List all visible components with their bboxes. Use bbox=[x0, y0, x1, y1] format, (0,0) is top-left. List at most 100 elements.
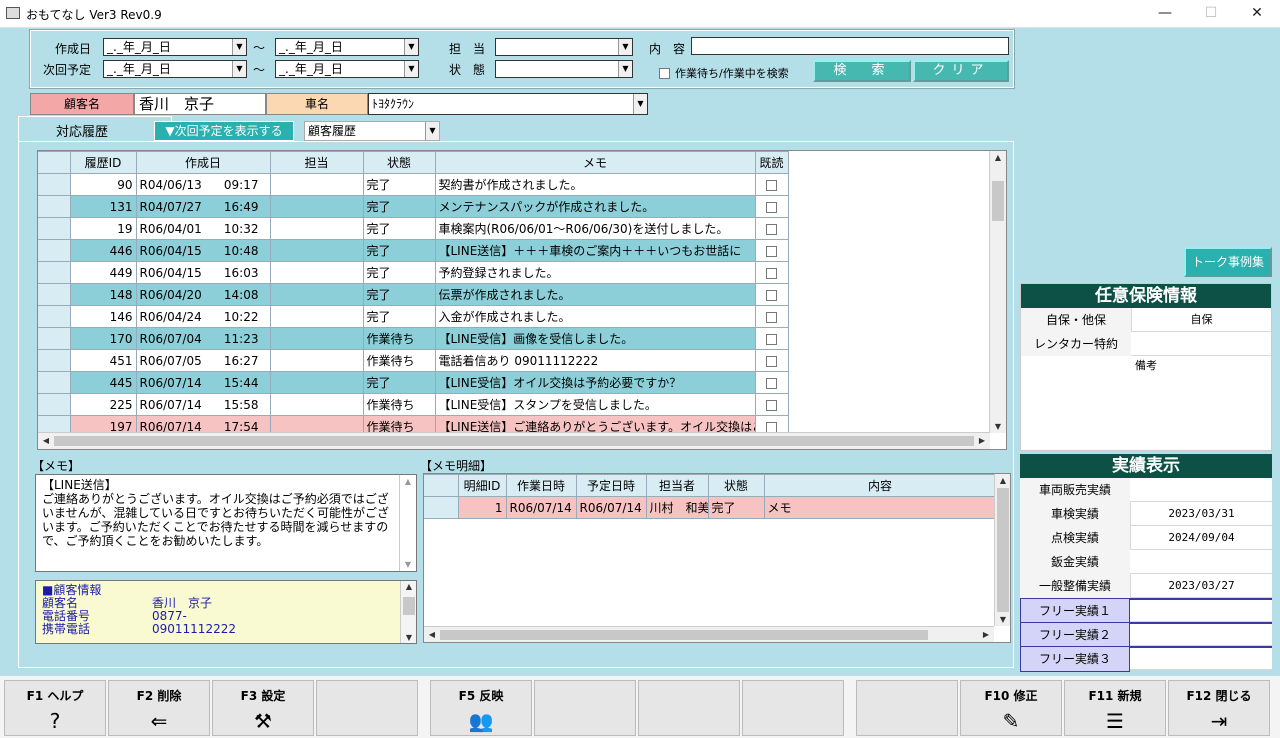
scroll-right-icon[interactable]: ▶ bbox=[978, 630, 994, 639]
search-button[interactable]: 検 索 bbox=[813, 60, 911, 82]
table-row[interactable]: 146 R06/04/24 10:22 完了 入金が作成されました。 bbox=[38, 305, 789, 328]
row-selector[interactable] bbox=[38, 393, 71, 416]
row-selector[interactable] bbox=[38, 217, 71, 240]
wait-checkbox[interactable] bbox=[659, 66, 670, 80]
clear-button[interactable]: クリア bbox=[913, 60, 1009, 82]
detail-vscroll[interactable]: ▲ ▼ bbox=[994, 474, 1010, 626]
fkey-button-1[interactable]: F1 ヘルプ? bbox=[4, 680, 106, 736]
read-checkbox[interactable] bbox=[755, 217, 789, 240]
content-input[interactable] bbox=[691, 37, 1009, 55]
col-header-id[interactable]: 履歴ID bbox=[70, 151, 137, 174]
col-header-staff[interactable]: 担当者 bbox=[646, 474, 709, 497]
read-checkbox[interactable] bbox=[755, 239, 789, 262]
col-header-plan-date[interactable]: 予定日時 bbox=[576, 474, 647, 497]
fkey-button-10[interactable]: F10 修正 ✎ bbox=[960, 680, 1062, 736]
table-row[interactable]: 225 R06/07/14 15:58 作業待ち 【LINE受信】スタンプを受信しました… bbox=[38, 393, 789, 416]
row-selector[interactable] bbox=[38, 349, 71, 372]
table-row[interactable]: 19 R06/04/01 10:32 完了 車検案内(R06/06/01〜R06/06/… bbox=[38, 217, 789, 240]
scroll-right-icon[interactable]: ▶ bbox=[974, 436, 990, 445]
free-result-value[interactable] bbox=[1130, 622, 1272, 624]
scroll-up-icon[interactable]: ▲ bbox=[401, 582, 417, 591]
col-header-read[interactable]: 既読 bbox=[755, 151, 789, 174]
fkey-button-2[interactable]: F2 削除 ⇐ bbox=[108, 680, 210, 736]
created-to-date[interactable]: _._年_月_日 ▼ bbox=[275, 38, 419, 56]
col-header-status[interactable]: 状態 bbox=[708, 474, 765, 497]
scroll-left-icon[interactable]: ◀ bbox=[38, 436, 54, 445]
memo-text[interactable]: 【LINE送信】 ご連絡ありがとうございます。オイル交換はご予約必須ではございま… bbox=[35, 474, 417, 572]
table-row[interactable]: 170 R06/07/04 11:23 作業待ち 【LINE受信】画像を受信しました。 bbox=[38, 327, 789, 350]
history-hscroll[interactable]: ◀ ▶ bbox=[38, 432, 990, 449]
fkey-button-5[interactable]: F5 反映 👥 bbox=[430, 680, 532, 736]
talk-examples-button[interactable]: トーク事例集 bbox=[1184, 247, 1272, 277]
read-checkbox[interactable] bbox=[755, 261, 789, 284]
minimize-button[interactable]: — bbox=[1142, 2, 1188, 26]
scroll-down-icon[interactable]: ▼ bbox=[995, 615, 1010, 624]
close-button[interactable]: ✕ bbox=[1234, 2, 1280, 26]
row-selector[interactable] bbox=[38, 305, 71, 328]
fkey-empty-7[interactable] bbox=[638, 680, 740, 736]
read-checkbox[interactable] bbox=[755, 173, 789, 196]
table-row[interactable]: 90 R04/06/13 09:17 完了 契約書が作成されました。 bbox=[38, 173, 789, 196]
scroll-left-icon[interactable]: ◀ bbox=[424, 630, 440, 639]
scroll-up-icon[interactable]: ▲ bbox=[990, 153, 1006, 162]
read-checkbox[interactable] bbox=[755, 283, 789, 306]
row-selector[interactable] bbox=[38, 239, 71, 262]
next-to-date[interactable]: _._年_月_日 ▼ bbox=[275, 60, 419, 78]
col-header-detail-id[interactable]: 明細ID bbox=[458, 474, 507, 497]
row-selector[interactable] bbox=[38, 173, 71, 196]
table-row[interactable]: 449 R06/04/15 16:03 完了 予約登録されました。 bbox=[38, 261, 789, 284]
scroll-down-icon[interactable]: ▼ bbox=[401, 633, 417, 642]
row-selector[interactable] bbox=[38, 195, 71, 218]
staff-select[interactable]: ▼ bbox=[495, 38, 633, 56]
fkey-button-12[interactable]: F12 閉じる ⇥ bbox=[1168, 680, 1270, 736]
history-vscroll[interactable]: ▲ ▼ bbox=[989, 151, 1006, 433]
read-checkbox[interactable] bbox=[755, 371, 789, 394]
car-name-select[interactable]: ﾄﾖﾀｸﾗｳﾝ ▼ bbox=[368, 93, 648, 115]
row-selector[interactable] bbox=[38, 327, 71, 350]
row-selector[interactable] bbox=[38, 371, 71, 394]
row-selector[interactable] bbox=[424, 496, 459, 519]
free-result-value[interactable] bbox=[1130, 646, 1272, 648]
scroll-up-icon[interactable]: ▲ bbox=[995, 476, 1010, 485]
fkey-empty-8[interactable] bbox=[742, 680, 844, 736]
row-selector[interactable] bbox=[38, 261, 71, 284]
read-checkbox[interactable] bbox=[755, 327, 789, 350]
history-filter-select[interactable]: 顧客履歴 ▼ bbox=[304, 121, 440, 141]
scroll-up-icon[interactable]: ▲ bbox=[400, 477, 416, 486]
scroll-thumb[interactable] bbox=[403, 597, 415, 615]
scroll-thumb[interactable] bbox=[997, 488, 1009, 612]
created-from-date[interactable]: _._年_月_日 ▼ bbox=[103, 38, 247, 56]
table-row[interactable]: 1 R06/07/14 R06/07/14 川村 和美 完了 メモ bbox=[424, 496, 997, 519]
col-header-staff[interactable]: 担当 bbox=[270, 151, 364, 174]
table-row[interactable]: 446 R06/04/15 10:48 完了 【LINE送信】＋＋＋車検のご案内＋＋＋い… bbox=[38, 239, 789, 262]
scroll-down-icon[interactable]: ▼ bbox=[990, 422, 1006, 431]
read-checkbox[interactable] bbox=[755, 305, 789, 328]
read-checkbox[interactable] bbox=[755, 393, 789, 416]
col-header-work-date[interactable]: 作業日時 bbox=[506, 474, 577, 497]
hscroll-thumb[interactable] bbox=[440, 630, 928, 640]
show-next-button[interactable]: ▼次回予定を表示する bbox=[154, 121, 294, 141]
scroll-down-icon[interactable]: ▼ bbox=[400, 560, 416, 569]
maximize-button[interactable]: ☐ bbox=[1188, 2, 1234, 26]
hscroll-thumb[interactable] bbox=[54, 436, 974, 446]
table-row[interactable]: 445 R06/07/14 15:44 完了 【LINE受信】オイル交換は予約必要ですか… bbox=[38, 371, 789, 394]
fkey-empty-9[interactable] bbox=[856, 680, 958, 736]
fkey-button-3[interactable]: F3 設定 ⚒ bbox=[212, 680, 314, 736]
fkey-empty-6[interactable] bbox=[534, 680, 636, 736]
col-header-content[interactable]: 内容 bbox=[764, 474, 997, 497]
fkey-button-11[interactable]: F11 新規 ☰ bbox=[1064, 680, 1166, 736]
next-from-date[interactable]: _._年_月_日 ▼ bbox=[103, 60, 247, 78]
detail-hscroll[interactable]: ◀ ▶ bbox=[424, 626, 994, 642]
col-header-status[interactable]: 状態 bbox=[363, 151, 436, 174]
table-row[interactable]: 131 R04/07/27 16:49 完了 メンテナンスパックが作成されました。 bbox=[38, 195, 789, 218]
free-result-value[interactable] bbox=[1130, 598, 1272, 600]
read-checkbox[interactable] bbox=[755, 349, 789, 372]
memo-vscroll[interactable]: ▲ ▼ bbox=[399, 475, 416, 571]
table-row[interactable]: 148 R06/04/20 14:08 完了 伝票が作成されました。 bbox=[38, 283, 789, 306]
scroll-thumb[interactable] bbox=[992, 181, 1004, 221]
row-selector[interactable] bbox=[38, 283, 71, 306]
read-checkbox[interactable] bbox=[755, 195, 789, 218]
status-select[interactable]: ▼ bbox=[495, 60, 633, 78]
fkey-empty-4[interactable] bbox=[316, 680, 418, 736]
table-row[interactable]: 451 R06/07/05 16:27 作業待ち 電話着信あり 09011112222 bbox=[38, 349, 789, 372]
